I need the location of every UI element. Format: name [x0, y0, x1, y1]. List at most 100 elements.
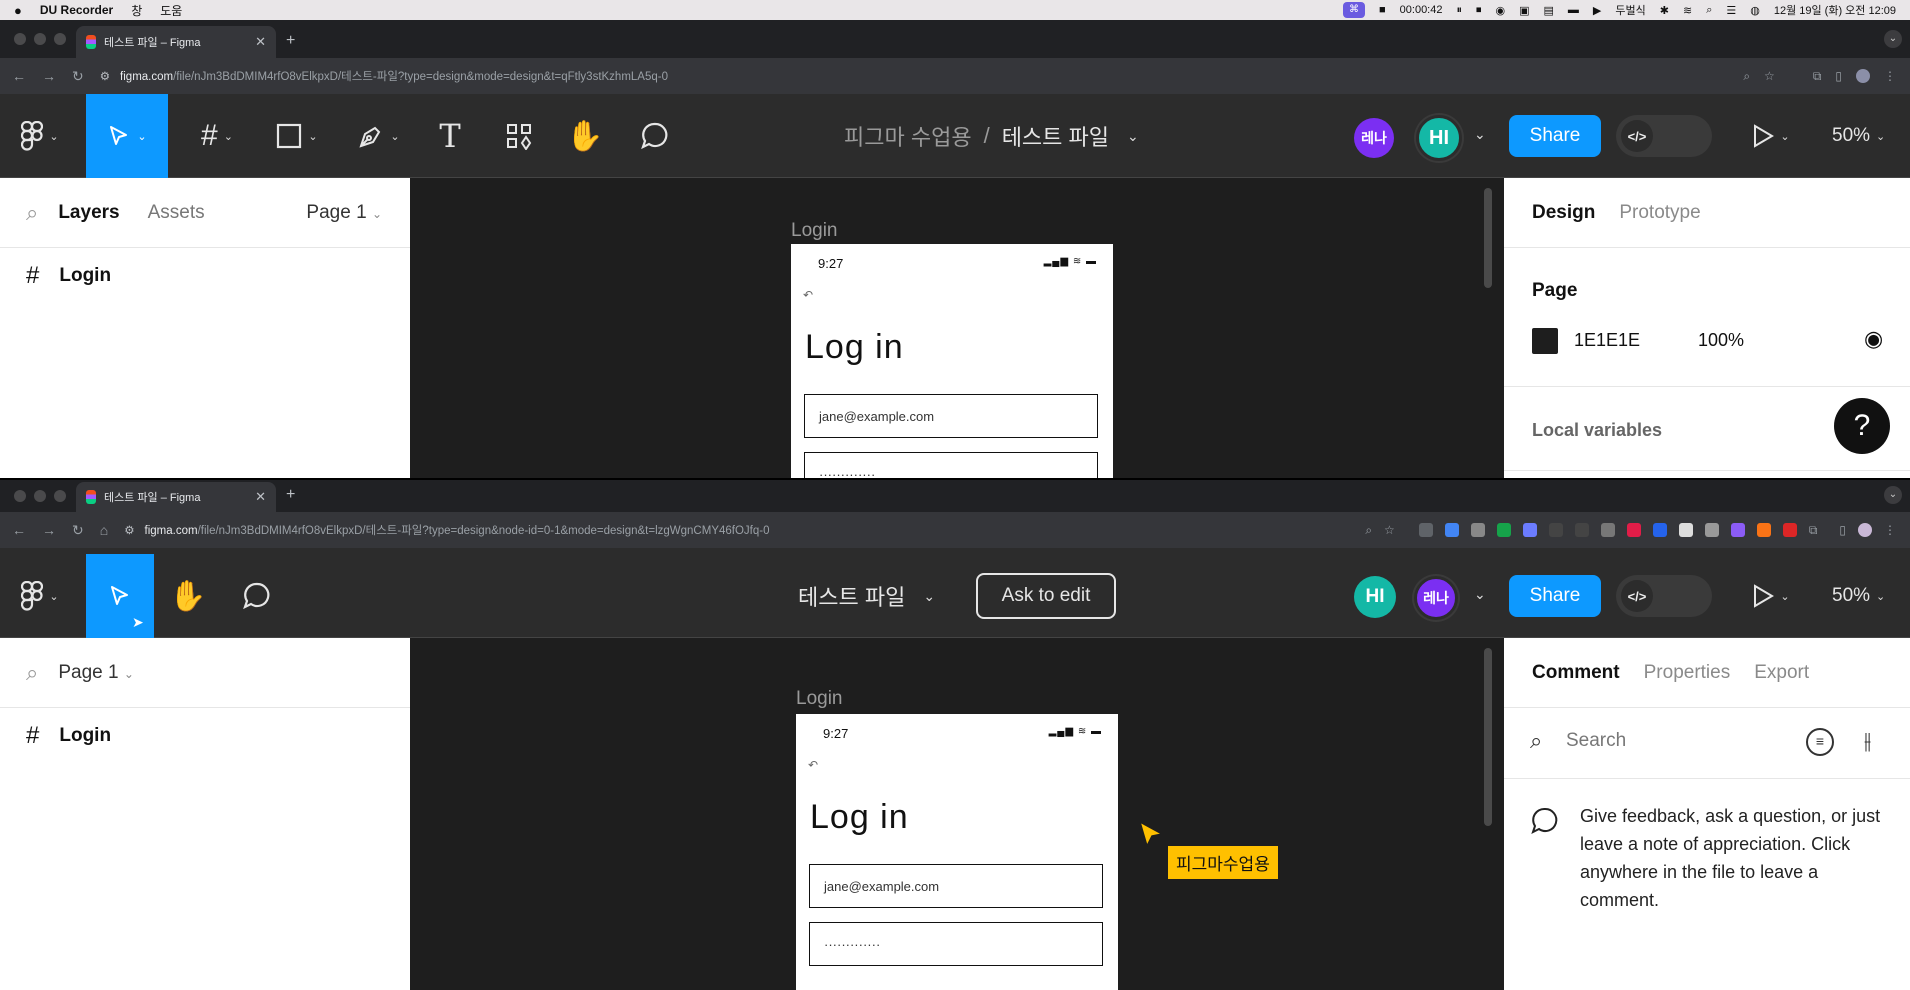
extension-icon[interactable] [1704, 523, 1719, 537]
tab-export[interactable]: Export [1754, 662, 1809, 684]
zoom-icon[interactable]: ⌕ [1365, 523, 1372, 538]
page-selector[interactable]: Page 1 ⌄ [58, 662, 134, 684]
eye-icon[interactable]: ◉ [1864, 326, 1883, 352]
help-button[interactable]: ? [1834, 398, 1890, 454]
menu-help[interactable]: 도움 [160, 2, 182, 19]
forward-icon[interactable]: → [42, 522, 56, 539]
avatar-rena[interactable]: 레나 [1414, 576, 1458, 620]
play-circle-icon[interactable]: ▶ [1593, 4, 1601, 17]
login-frame[interactable]: 9:27 ▂▄▆ ≋ ▬ ↶ Log in jane@example.com ·… [791, 244, 1113, 478]
pause-icon[interactable]: ⏸ [1456, 4, 1462, 17]
extension-icon[interactable] [1782, 523, 1797, 537]
extension-icon[interactable] [1730, 523, 1745, 537]
input-source[interactable]: 두벌식 [1615, 2, 1645, 18]
login-frame[interactable]: 9:27 ▂▄▆ ≋ ▬ ↶ Log in jane@example.com ·… [796, 714, 1118, 990]
control-center-icon[interactable]: ☰ [1726, 4, 1736, 17]
extension-icon[interactable] [1444, 523, 1459, 537]
side-panel-icon[interactable]: ▯ [1839, 523, 1846, 537]
bookmark-star-icon[interactable]: ☆ [1764, 69, 1775, 83]
browser-tab[interactable]: 테스트 파일 – Figma ✕ [76, 26, 276, 58]
tab-design[interactable]: Design [1532, 202, 1595, 224]
extension-icon[interactable] [1496, 523, 1511, 537]
canvas[interactable]: Login 9:27 ▂▄▆ ≋ ▬ ↶ Log in jane@example… [410, 178, 1504, 478]
url-field[interactable]: ⚙ figma.com/file/nJm3BdDMIM4rfO8vElkpxD/… [124, 522, 769, 538]
tab-assets[interactable]: Assets [148, 202, 205, 224]
extension-icon[interactable] [1470, 523, 1485, 537]
zoom-menu[interactable]: 50% ⌄ [1832, 94, 1885, 178]
reload-icon[interactable]: ↻ [72, 522, 84, 539]
site-info-icon[interactable]: ⚙ [100, 69, 110, 83]
text-tool-button[interactable]: T [430, 94, 470, 178]
settings-sliders-icon[interactable]: ⫲ [1864, 728, 1871, 754]
share-button[interactable]: Share [1509, 115, 1601, 157]
new-tab-icon[interactable]: + [286, 32, 295, 50]
frame-label[interactable]: Login [796, 688, 843, 710]
extension-icon[interactable] [1574, 523, 1589, 537]
close-tab-icon[interactable]: ✕ [255, 34, 266, 50]
extension-icon[interactable] [1678, 523, 1693, 537]
page-selector[interactable]: Page 1 ⌄ [306, 202, 382, 224]
extension-icon[interactable] [1600, 523, 1615, 537]
vertical-scrollbar[interactable] [1484, 648, 1492, 826]
tab-prototype[interactable]: Prototype [1619, 202, 1700, 224]
extension-icon[interactable] [1756, 523, 1771, 537]
extensions-icon[interactable]: ⧉ [1813, 69, 1822, 84]
search-icon[interactable]: ⌕ [1706, 4, 1712, 17]
search-icon[interactable]: ⌕ [26, 200, 38, 226]
side-panel-icon[interactable]: ▯ [1835, 69, 1842, 83]
frame-label[interactable]: Login [791, 220, 838, 242]
browser-tab[interactable]: 테스트 파일 – Figma ✕ [76, 482, 276, 512]
apple-icon[interactable]: ● [14, 3, 22, 18]
home-icon[interactable]: ⌂ [100, 522, 108, 539]
chevron-down-icon[interactable]: ⌄ [923, 588, 935, 605]
ask-to-edit-button[interactable]: Ask to edit [976, 573, 1116, 619]
extensions-icon[interactable]: ⧉ [1809, 523, 1818, 538]
extension-icon[interactable] [1652, 523, 1667, 537]
tab-search-icon[interactable]: ⌄ [1884, 30, 1902, 48]
present-button[interactable]: ⌄ [1746, 554, 1796, 638]
canvas[interactable]: Login 9:27 ▂▄▆ ≋ ▬ ↶ Log in jane@example… [410, 638, 1504, 990]
layer-row[interactable]: # Login [0, 248, 410, 304]
zoom-menu[interactable]: 50% ⌄ [1832, 554, 1885, 638]
menu-app-name[interactable]: DU Recorder [40, 3, 113, 17]
tray-icon[interactable]: ▤ [1544, 4, 1554, 17]
team-name[interactable]: 피그마 수업용 [844, 120, 972, 152]
comment-tool-button[interactable] [632, 94, 678, 178]
file-name[interactable]: 테스트 파일 [1002, 120, 1109, 152]
close-tab-icon[interactable]: ✕ [255, 489, 266, 505]
resources-button[interactable] [496, 94, 542, 178]
profile-avatar[interactable] [1856, 69, 1870, 83]
wifi-icon[interactable]: ≋ [1683, 4, 1692, 17]
zoom-icon[interactable]: ⌕ [1743, 69, 1750, 84]
bg-opacity[interactable]: 100% [1698, 330, 1744, 351]
back-icon[interactable]: ← [12, 68, 26, 85]
back-icon[interactable]: ← [12, 522, 26, 539]
window-controls[interactable] [14, 490, 66, 502]
filter-icon[interactable]: ≡ [1806, 728, 1834, 756]
site-info-icon[interactable]: ⚙ [124, 523, 134, 537]
hand-tool-button[interactable]: ✋ [562, 94, 608, 178]
reload-icon[interactable]: ↻ [72, 68, 84, 85]
comment-tool-button[interactable] [234, 554, 280, 638]
tab-layers[interactable]: Layers [58, 202, 119, 224]
chevron-down-icon[interactable]: ⌄ [1474, 126, 1486, 143]
menu-window[interactable]: 창 [131, 2, 142, 19]
vertical-scrollbar[interactable] [1484, 188, 1492, 288]
frame-tool-button[interactable]: # ⌄ [188, 94, 246, 178]
bg-color-swatch[interactable] [1532, 328, 1558, 354]
layer-row[interactable]: # Login [0, 708, 410, 764]
pen-tool-button[interactable]: ⌄ [350, 94, 408, 178]
figma-main-menu[interactable]: ⌄ [14, 94, 66, 178]
comment-search-input[interactable]: Search [1566, 730, 1626, 752]
tab-properties[interactable]: Properties [1644, 662, 1731, 684]
camera-icon[interactable]: ■ [1379, 4, 1386, 16]
chevron-down-icon[interactable]: ⌄ [1474, 586, 1486, 603]
extension-icon[interactable] [1418, 523, 1433, 537]
chevron-down-icon[interactable]: ⌄ [1127, 128, 1139, 145]
url-field[interactable]: ⚙ figma.com/file/nJm3BdDMIM4rfO8vElkpxD/… [100, 68, 668, 84]
bg-color-hex[interactable]: 1E1E1E [1574, 330, 1640, 351]
profile-avatar[interactable] [1858, 523, 1872, 537]
share-button[interactable]: Share [1509, 575, 1601, 617]
move-tool-button[interactable]: ⌄ [86, 94, 168, 178]
local-variables[interactable]: Local variables [1532, 420, 1662, 441]
